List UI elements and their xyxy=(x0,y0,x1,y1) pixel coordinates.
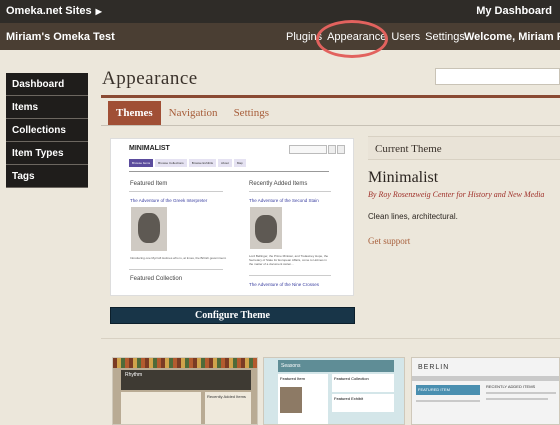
nav-settings[interactable]: Settings xyxy=(425,31,465,43)
current-theme-name: Minimalist xyxy=(368,169,439,186)
chevron-right-icon: ▶ xyxy=(95,7,102,16)
section-divider xyxy=(101,338,560,339)
preview-recent-link-2: The Adventure of the Nine Crosses xyxy=(249,282,320,287)
preview-nav: Browse Items Browse Collections Browse E… xyxy=(129,159,246,167)
preview-nav-item: Browse Exhibits xyxy=(188,159,217,167)
preview-featured-image xyxy=(131,207,167,251)
omeka-sites-label: Omeka.net Sites xyxy=(6,5,92,17)
preview-recent-image xyxy=(250,207,282,249)
preview-nav-item: Browse Items xyxy=(129,159,154,167)
theme-thumbnail-berlin[interactable]: BERLIN FEATURED ITEM RECENTLY ADDED ITEM… xyxy=(411,357,560,425)
berlin-nav xyxy=(412,376,559,381)
berlin-recent-label: RECENTLY ADDED ITEMS xyxy=(486,384,536,389)
preview-divider xyxy=(129,191,223,192)
preview-featured-item-link: The Adventure of the Greek Interpreter xyxy=(130,198,208,203)
berlin-text-line xyxy=(416,400,480,402)
tab-bar: Themes Navigation Settings xyxy=(108,101,277,125)
preview-search-box xyxy=(289,145,327,154)
preview-image-figure xyxy=(138,213,160,243)
preview-recent-text: Lord Bellinger, the Prime Minister, and … xyxy=(249,254,329,266)
get-support-link[interactable]: Get support xyxy=(368,236,410,246)
sidebar-item-item-types[interactable]: Item Types xyxy=(6,142,88,165)
preview-search-button xyxy=(328,145,336,154)
current-theme-author[interactable]: By Roy Rosenzweig Center for History and… xyxy=(368,190,560,199)
preview-divider xyxy=(249,191,331,192)
search-input[interactable] xyxy=(435,68,560,85)
preview-featured-text: Introducing one Mycroft Holmes who is, a… xyxy=(130,256,227,260)
sidebar-item-dashboard[interactable]: Dashboard xyxy=(6,73,88,96)
seasons-header: Seasons xyxy=(278,360,394,372)
current-theme-description: Clean lines, architectural. xyxy=(368,212,458,221)
rhythm-title: Rhythm xyxy=(125,372,143,378)
tab-navigation[interactable]: Navigation xyxy=(161,101,226,125)
preview-recent-heading: Recently Added Items xyxy=(249,181,308,187)
tab-divider xyxy=(101,125,560,126)
preview-divider xyxy=(129,269,223,270)
berlin-text-line xyxy=(486,398,548,400)
seasons-featured-exhibit: Featured Exhibit xyxy=(332,394,394,412)
berlin-featured-banner: FEATURED ITEM xyxy=(416,385,480,395)
sidebar-item-items[interactable]: Items xyxy=(6,96,88,119)
rhythm-content xyxy=(121,392,201,424)
page-title: Appearance xyxy=(102,68,198,89)
preview-recent-link: The Adventure of the Second Stain xyxy=(249,198,319,203)
preview-divider xyxy=(249,275,331,276)
theme-thumbnail-rhythm[interactable]: Rhythm Recently Added Items xyxy=(112,357,258,425)
berlin-featured-label: FEATURED ITEM xyxy=(418,387,450,392)
berlin-logo: BERLIN xyxy=(418,364,450,371)
top-bar: Omeka.net Sites ▶ My Dashboard xyxy=(0,0,560,23)
preview-featured-item-heading: Featured Item xyxy=(130,181,168,187)
my-dashboard-link[interactable]: My Dashboard xyxy=(476,5,552,17)
omeka-sites-menu[interactable]: Omeka.net Sites ▶ xyxy=(6,5,102,17)
seasons-featured-collection: Featured Collection xyxy=(332,374,394,392)
tab-themes[interactable]: Themes xyxy=(108,101,161,125)
rhythm-stripe-banner xyxy=(113,358,257,368)
seasons-featured-collection-label: Featured Collection xyxy=(334,376,369,381)
nav-users[interactable]: Users xyxy=(391,31,420,43)
sidebar-item-tags[interactable]: Tags xyxy=(6,165,88,188)
preview-divider xyxy=(129,171,329,172)
preview-logo: MINIMALIST xyxy=(129,145,170,152)
theme-thumbnail-seasons[interactable]: Seasons Featured Item Featured Collectio… xyxy=(263,357,405,425)
preview-nav-item: About xyxy=(218,159,232,167)
tab-settings[interactable]: Settings xyxy=(226,101,277,125)
welcome-user[interactable]: Welcome, Miriam Po xyxy=(464,31,560,43)
site-title[interactable]: Miriam's Omeka Test xyxy=(6,31,115,43)
title-rule xyxy=(101,95,560,98)
preview-featured-collection-heading: Featured Collection xyxy=(130,276,183,282)
rhythm-sidebar: Recently Added Items xyxy=(205,392,251,424)
sidebar: Dashboard Items Collections Item Types T… xyxy=(6,73,88,188)
preview-image-figure xyxy=(255,215,277,243)
seasons-title: Seasons xyxy=(281,363,301,369)
current-theme-heading: Current Theme xyxy=(368,136,560,160)
berlin-text-line xyxy=(486,392,556,394)
rhythm-recent-label: Recently Added Items xyxy=(207,394,246,399)
seasons-featured-image xyxy=(280,387,302,413)
sidebar-item-collections[interactable]: Collections xyxy=(6,119,88,142)
configure-theme-button[interactable]: Configure Theme xyxy=(110,307,355,324)
seasons-featured-item-label: Featured Item xyxy=(280,376,305,381)
preview-nav-item: Map xyxy=(233,159,246,167)
preview-nav-item: Browse Collections xyxy=(155,159,187,167)
rhythm-header: Rhythm xyxy=(121,370,251,390)
preview-advanced-button xyxy=(337,145,345,154)
highlight-annotation-ring xyxy=(316,20,388,58)
seasons-featured-item: Featured Item xyxy=(278,374,328,424)
current-theme-preview: MINIMALIST Browse Items Browse Collectio… xyxy=(110,138,354,296)
admin-nav-bar: Miriam's Omeka Test Plugins Appearance U… xyxy=(0,23,560,50)
seasons-featured-exhibit-label: Featured Exhibit xyxy=(334,396,364,401)
